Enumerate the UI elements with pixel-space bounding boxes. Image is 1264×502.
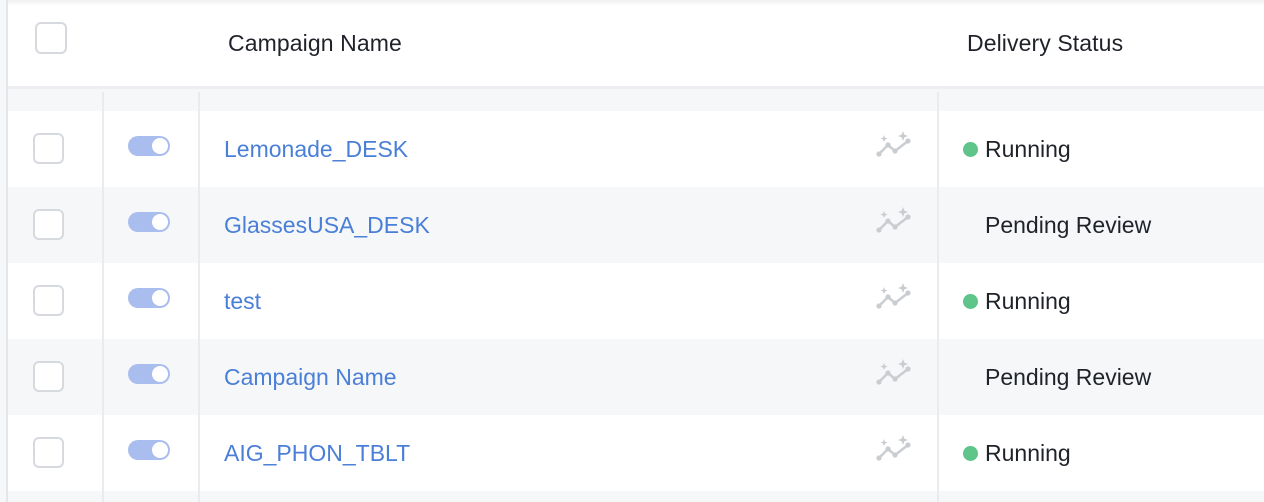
header-shadow	[8, 0, 1264, 6]
column-header-campaign-name[interactable]: Campaign Name	[228, 0, 402, 86]
row-select-checkbox[interactable]	[33, 209, 64, 240]
toggle-knob	[152, 442, 168, 458]
status-label: Running	[985, 439, 1071, 466]
column-divider	[198, 92, 200, 502]
campaign-table: Campaign Name Delivery Status Lemonade_D…	[0, 0, 1264, 502]
table-body: Lemonade_DESK Running GlassesUSA_DESK Pe…	[8, 111, 1264, 502]
campaign-name-link[interactable]: Campaign Name	[224, 339, 397, 415]
toggle-knob	[152, 366, 168, 382]
status-dot	[963, 141, 978, 157]
sparkle-trend-icon[interactable]	[872, 434, 912, 468]
campaign-active-toggle[interactable]	[128, 212, 170, 232]
sparkle-trend-icon[interactable]	[872, 130, 912, 164]
campaign-active-toggle[interactable]	[128, 440, 170, 460]
row-select-checkbox[interactable]	[33, 437, 64, 468]
status-dot	[963, 445, 978, 461]
status-label: Pending Review	[985, 363, 1152, 390]
status-label: Pending Review	[985, 211, 1152, 238]
sparkle-trend-icon[interactable]	[872, 358, 912, 392]
row-select-checkbox[interactable]	[33, 285, 64, 316]
column-divider	[102, 92, 104, 502]
sparkle-trend-icon[interactable]	[872, 206, 912, 240]
toggle-knob	[152, 214, 168, 230]
delivery-status: Running	[963, 263, 1071, 339]
column-divider	[937, 92, 939, 502]
sparkle-trend-icon[interactable]	[872, 282, 912, 316]
campaign-name-link[interactable]: Lemonade_DESK	[224, 111, 408, 187]
table-header: Campaign Name Delivery Status	[8, 0, 1264, 89]
delivery-status: Pending Review	[963, 339, 1151, 415]
toggle-knob	[152, 138, 168, 154]
delivery-status: Running	[963, 111, 1071, 187]
status-dot	[963, 370, 978, 385]
row-select-checkbox[interactable]	[33, 361, 64, 392]
toggle-knob	[152, 290, 168, 306]
status-label: Running	[985, 135, 1071, 162]
table-row: AIG_PHON_TBLT Running	[8, 415, 1264, 491]
status-dot	[963, 293, 978, 309]
delivery-status: Running	[963, 415, 1071, 491]
campaign-active-toggle[interactable]	[128, 136, 170, 156]
table-row: Lemonade_DESK Running	[8, 111, 1264, 187]
status-dot	[963, 218, 978, 233]
row-select-checkbox[interactable]	[33, 133, 64, 164]
campaign-name-link[interactable]: GlassesUSA_DESK	[224, 187, 430, 263]
table-row: GlassesUSA_DESK Pending Review	[8, 187, 1264, 263]
delivery-status: Pending Review	[963, 187, 1151, 263]
table-row: Campaign Name Pending Review	[8, 339, 1264, 415]
campaign-active-toggle[interactable]	[128, 288, 170, 308]
campaign-name-link[interactable]: AIG_PHON_TBLT	[224, 415, 410, 491]
header-spacer	[8, 92, 1264, 111]
table-row-partial	[8, 491, 1264, 502]
select-all-checkbox[interactable]	[35, 22, 67, 54]
status-label: Running	[985, 287, 1071, 314]
table-row: test Running	[8, 263, 1264, 339]
column-header-delivery-status[interactable]: Delivery Status	[967, 0, 1123, 86]
campaign-active-toggle[interactable]	[128, 364, 170, 384]
campaign-name-link[interactable]: test	[224, 263, 261, 339]
